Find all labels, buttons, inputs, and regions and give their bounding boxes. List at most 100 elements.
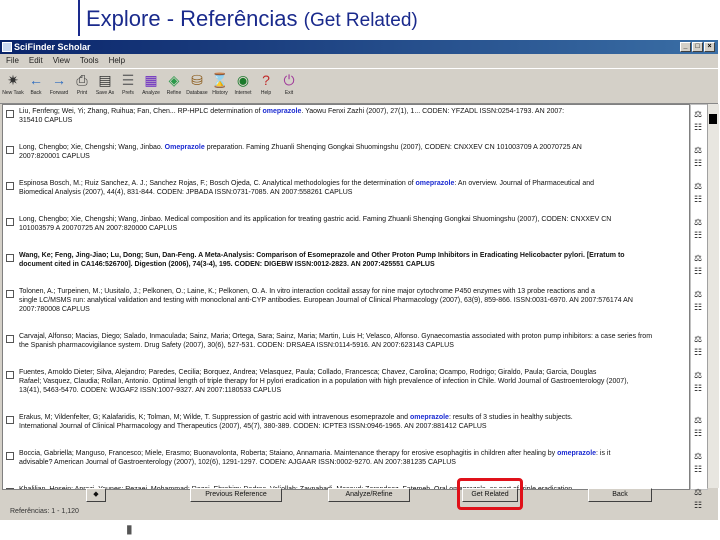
menu-item-4[interactable]: Help: [109, 56, 125, 65]
toolbar-label: Prefs: [122, 90, 134, 96]
result-checkbox[interactable]: [6, 416, 14, 424]
citation-line: document cited in CA146:526700]. Digesti…: [19, 260, 687, 269]
citation-line: Long, Chengbo; Xie, Chengshi; Wang, Jinb…: [19, 143, 687, 152]
citation-text: Tolonen, A.; Turpeinen, M.; Uusitalo, J.…: [19, 288, 595, 295]
toolbar-button-1[interactable]: ← Back: [25, 71, 47, 101]
back-icon: ←: [29, 72, 43, 88]
full-text-icon[interactable]: ⚖: [694, 108, 704, 120]
toolbar: ✷ New Task ← Back → Forward ⎙ Print ▤ Save As ☰ Pre…: [0, 68, 718, 104]
toolbar-button-4[interactable]: ▤ Save As: [94, 71, 116, 101]
result-citation: Tolonen, A.; Turpeinen, M.; Uusitalo, J.…: [19, 287, 687, 314]
search-term-highlight: omeprazole: [410, 414, 449, 421]
menu-item-0[interactable]: File: [6, 56, 19, 65]
citation-text: 2007:780008 CAPLUS: [19, 306, 90, 313]
toolbar-button-9[interactable]: ⌛ History: [209, 71, 231, 101]
full-text-icon[interactable]: ⚖: [694, 288, 704, 300]
result-citation: Fuentes, Arnoldo Dieter; Silva, Alejandr…: [19, 368, 687, 395]
result-checkbox[interactable]: [6, 371, 14, 379]
menu-item-2[interactable]: View: [53, 56, 70, 65]
toolbar-button-5[interactable]: ☰ Prefs: [117, 71, 139, 101]
minimize-icon[interactable]: _: [680, 42, 691, 52]
toolbar-label: Refine: [166, 90, 182, 96]
toolbar-label: Save As: [95, 90, 115, 96]
toolbar-button-10[interactable]: ◉ Internet: [232, 71, 254, 101]
citation-line: 13(41), 5463-5470. CODEN: WJGAF2 ISSN:10…: [19, 386, 687, 395]
result-checkbox[interactable]: [6, 254, 14, 262]
toolbar-button-8[interactable]: ⛁ Database: [186, 71, 208, 101]
abstract-icon[interactable]: ☷: [694, 346, 704, 358]
citation-text: 2007:820001 CAPLUS: [19, 153, 90, 160]
internet-icon: ◉: [236, 72, 250, 88]
citation-text: Erakus, M; Vildenfelter, G; Kalafaridis,…: [19, 414, 411, 421]
new-task-icon: ✷: [7, 72, 19, 88]
full-text-icon[interactable]: ⚖: [694, 333, 704, 345]
full-text-icon[interactable]: ⚖: [694, 144, 704, 156]
result-checkbox[interactable]: [6, 146, 14, 154]
full-text-icon[interactable]: ⚖: [694, 414, 704, 426]
menu-item-1[interactable]: Edit: [29, 56, 43, 65]
result-checkbox[interactable]: [6, 218, 14, 226]
citation-text: International Journal of Clinical Pharma…: [19, 423, 487, 430]
citation-text: Wang, Ke; Feng, Jing-Jiao; Lu, Dong; Sun…: [19, 252, 625, 259]
full-text-icon[interactable]: ⚖: [694, 180, 704, 192]
abstract-icon[interactable]: ☷: [694, 229, 704, 241]
close-icon[interactable]: ×: [704, 42, 715, 52]
back-arrow-button[interactable]: ◆: [86, 488, 106, 502]
window-titlebar[interactable]: SciFinder Scholar _ □ ×: [0, 40, 718, 54]
result-citation: Wang, Ke; Feng, Jing-Jiao; Lu, Dong; Sun…: [19, 251, 687, 269]
previous-reference-button[interactable]: Previous Reference: [190, 488, 282, 502]
maximize-icon[interactable]: □: [692, 42, 703, 52]
citation-text: Liu, Fenfeng; Wei, Yi; Zhang, Ruihua; Fa…: [19, 108, 263, 115]
citation-line: 315410 CAPLUS: [19, 116, 687, 125]
toolbar-label: Forward: [49, 90, 69, 96]
abstract-icon[interactable]: ☷: [694, 463, 704, 475]
result-checkbox[interactable]: [6, 452, 14, 460]
window-title: SciFinder Scholar: [14, 42, 91, 52]
abstract-icon[interactable]: ☷: [694, 121, 704, 133]
citation-text: Boccia, Gabriella; Manguso, Francesco; M…: [19, 450, 558, 457]
toolbar-button-6[interactable]: ▦ Analyze: [140, 71, 162, 101]
result-checkbox[interactable]: [6, 110, 14, 118]
citation-text: advisable? American Journal of Gastroent…: [19, 459, 456, 466]
citation-line: Fuentes, Arnoldo Dieter; Silva, Alejandr…: [19, 368, 687, 377]
scrollbar-thumb[interactable]: [709, 114, 717, 124]
abstract-icon[interactable]: ☷: [694, 301, 704, 313]
toolbar-button-3[interactable]: ⎙ Print: [71, 71, 93, 101]
full-text-icon[interactable]: ⚖: [694, 450, 704, 462]
citation-text: Espinosa Bosch, M.; Ruiz Sanchez, A. J.;…: [19, 180, 416, 187]
analyze-icon: ▦: [144, 72, 158, 88]
toolbar-button-11[interactable]: ? Help: [255, 71, 277, 101]
print-icon: ⎙: [76, 72, 88, 88]
toolbar-button-12[interactable]: ⏻ Exit: [278, 71, 300, 101]
back-button[interactable]: Back: [588, 488, 652, 502]
full-text-icon[interactable]: ⚖: [694, 252, 704, 264]
toolbar-button-0[interactable]: ✷ New Task: [2, 71, 24, 101]
citation-line: advisable? American Journal of Gastroent…: [19, 458, 687, 467]
abstract-icon[interactable]: ☷: [694, 382, 704, 394]
menu-item-3[interactable]: Tools: [80, 56, 99, 65]
help-icon: ?: [262, 72, 270, 88]
citation-line: Tolonen, A.; Turpeinen, M.; Uusitalo, J.…: [19, 287, 687, 296]
citation-text: Biomedical Analysis (2007), 44(4), 831-8…: [19, 189, 353, 196]
vertical-scrollbar[interactable]: [707, 104, 719, 488]
abstract-icon[interactable]: ☷: [694, 265, 704, 277]
citation-text: : is it: [596, 450, 611, 457]
full-text-icon[interactable]: ⚖: [694, 216, 704, 228]
slide-title-sub: (Get Related): [303, 10, 418, 31]
toolbar-button-7[interactable]: ◈ Refine: [163, 71, 185, 101]
abstract-icon[interactable]: ☷: [694, 427, 704, 439]
result-checkbox[interactable]: [6, 335, 14, 343]
abstract-icon[interactable]: ☷: [694, 157, 704, 169]
result-checkbox[interactable]: [6, 182, 14, 190]
citation-line: Rafael; Vasquez, Claudia; Rollan, Antoni…: [19, 377, 687, 386]
abstract-icon[interactable]: ☷: [694, 193, 704, 205]
citation-text: Carvajal, Alfonso; Macias, Diego; Salado…: [19, 333, 653, 340]
analyze-refine-button[interactable]: Analyze/Refine: [328, 488, 410, 502]
citation-line: single LC/MSMS run: analytical validatio…: [19, 296, 687, 305]
result-citation: Long, Chengbo; Xie, Chengshi; Wang, Jinb…: [19, 143, 687, 161]
result-checkbox[interactable]: [6, 290, 14, 298]
citation-text: the Spanish pharmacovigilance system. Dr…: [19, 342, 454, 349]
search-term-highlight: omeprazole: [262, 108, 302, 115]
toolbar-button-2[interactable]: → Forward: [48, 71, 70, 101]
full-text-icon[interactable]: ⚖: [694, 369, 704, 381]
